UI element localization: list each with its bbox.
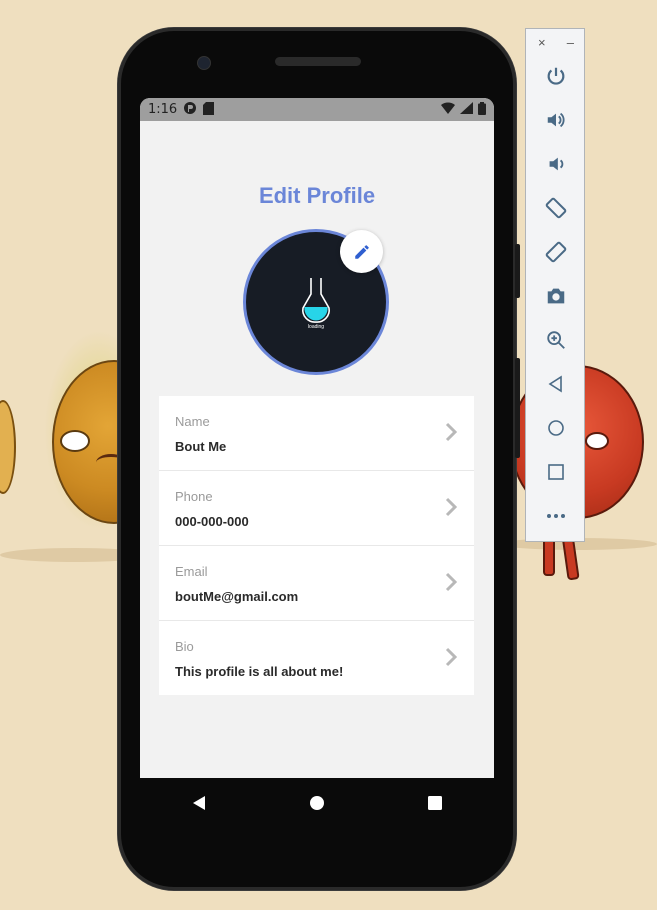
field-value: 000-000-000	[175, 514, 249, 529]
zoom-icon	[547, 331, 565, 349]
field-label: Bio	[175, 639, 194, 654]
back-icon	[548, 375, 562, 393]
system-nav-bar	[140, 778, 494, 828]
chevron-right-icon	[445, 647, 458, 667]
status-time: 1:16	[148, 102, 178, 117]
phone-side-button	[515, 358, 520, 458]
front-camera	[197, 56, 211, 70]
avatar-loading-text: loading	[307, 324, 325, 330]
emulator-toolbar: × –	[525, 28, 585, 542]
rotate-right-button[interactable]	[541, 237, 571, 267]
sd-card-icon	[203, 101, 215, 118]
app-screen: 1:16 Edit Profile loading Name Bout Me P…	[140, 98, 494, 778]
battery-icon	[478, 101, 486, 118]
toolbar-overview-button[interactable]	[541, 457, 571, 487]
screenshot-button[interactable]	[541, 281, 571, 311]
toolbar-home-button[interactable]	[541, 413, 571, 443]
wifi-icon	[441, 102, 455, 117]
power-button[interactable]	[541, 61, 571, 91]
chevron-right-icon	[445, 497, 458, 517]
zoom-button[interactable]	[541, 325, 571, 355]
back-icon	[193, 796, 205, 810]
field-label: Name	[175, 414, 210, 429]
camera-icon	[547, 288, 565, 304]
home-icon	[310, 796, 324, 810]
toolbar-window-controls: × –	[526, 29, 584, 50]
volume-down-icon	[549, 157, 564, 171]
recents-icon	[428, 796, 442, 810]
volume-up-icon	[547, 112, 565, 128]
flask-icon	[302, 278, 330, 323]
overview-icon	[548, 464, 564, 480]
home-icon	[548, 420, 564, 436]
toolbar-minimize-button[interactable]: –	[567, 35, 574, 50]
field-value: This profile is all about me!	[175, 664, 344, 679]
page-title: Edit Profile	[258, 183, 376, 208]
toolbar-back-button[interactable]	[541, 369, 571, 399]
background-cookie	[0, 400, 16, 494]
signal-icon	[460, 102, 473, 117]
nav-home-button[interactable]	[297, 783, 337, 823]
toolbar-close-button[interactable]: ×	[538, 35, 546, 50]
rotate-left-icon	[545, 197, 567, 219]
toolbar-more-button[interactable]	[541, 501, 571, 531]
rotate-left-button[interactable]	[541, 193, 571, 223]
status-icons	[441, 101, 486, 118]
pencil-icon	[354, 244, 369, 259]
chevron-right-icon	[445, 572, 458, 592]
power-icon	[547, 67, 565, 85]
field-value: Bout Me	[175, 439, 227, 454]
edit-avatar-button[interactable]	[340, 230, 383, 273]
nav-back-button[interactable]	[179, 783, 219, 823]
p-icon	[183, 101, 197, 118]
field-row-name[interactable]: Name Bout Me	[159, 396, 474, 471]
background-character-eye	[585, 432, 609, 450]
field-label: Phone	[175, 489, 213, 504]
chevron-right-icon	[445, 422, 458, 442]
field-row-email[interactable]: Email boutMe@gmail.com	[159, 546, 474, 621]
nav-recents-button[interactable]	[415, 783, 455, 823]
more-icon	[547, 514, 565, 518]
volume-up-button[interactable]	[541, 105, 571, 135]
volume-down-button[interactable]	[541, 149, 571, 179]
status-bar: 1:16	[140, 98, 494, 121]
earpiece-speaker	[275, 57, 361, 66]
rotate-right-icon	[545, 241, 567, 263]
field-row-phone[interactable]: Phone 000-000-000	[159, 471, 474, 546]
field-label: Email	[175, 564, 208, 579]
phone-side-button	[515, 244, 520, 298]
field-row-bio[interactable]: Bio This profile is all about me!	[159, 621, 474, 695]
field-value: boutMe@gmail.com	[175, 589, 299, 604]
profile-fields-card: Name Bout Me Phone 000-000-000 Email bou…	[159, 396, 474, 695]
background-character-eye	[60, 430, 90, 452]
